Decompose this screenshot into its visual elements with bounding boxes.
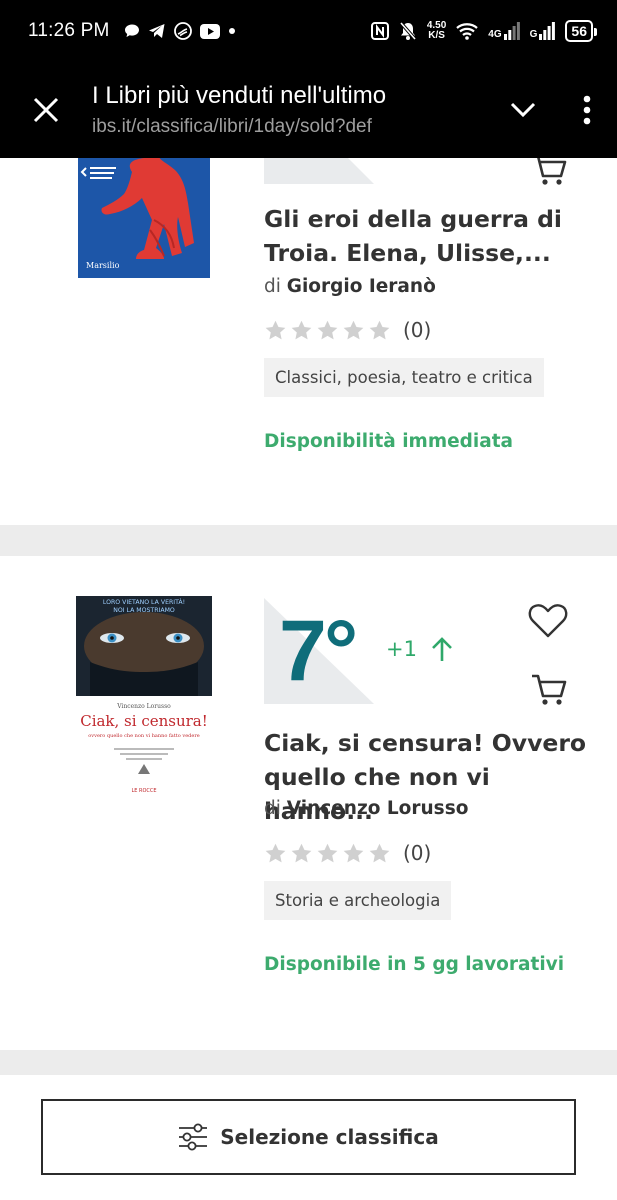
star-icon: [369, 320, 390, 339]
star-icon: [291, 843, 312, 862]
availability-status: Disponibilità immediata: [264, 431, 514, 452]
star-icon: [265, 320, 286, 339]
cover-banner-2: NOI LA MOSTRIAMO: [113, 607, 175, 614]
author-name[interactable]: Giorgio Ieranò: [287, 276, 436, 297]
add-to-cart-button[interactable]: [528, 670, 570, 710]
author-line: di Vincenzo Lorusso: [264, 798, 468, 819]
notification-icons: [124, 22, 236, 40]
ranking-selection-button[interactable]: Selezione classifica: [41, 1099, 576, 1175]
book-card: Marsilio Gli eroi della guerra di Troia.…: [0, 100, 617, 525]
ranking-selection-label: Selezione classifica: [220, 1125, 439, 1149]
chat-icon: [124, 24, 139, 37]
star-icon: [265, 843, 286, 862]
star-icon: [291, 320, 312, 339]
author-prefix: di: [264, 276, 281, 297]
signal-2: G: [530, 22, 556, 40]
wishlist-button[interactable]: [526, 600, 570, 642]
url-text: ibs.it/classifica/libri/1day/sold?def: [92, 116, 372, 137]
network-2-label: G: [529, 29, 538, 40]
author-line: di Giorgio Ieranò: [264, 276, 436, 297]
close-icon: [33, 97, 59, 123]
status-bar: 11:26 PM 4.50 K/S 4G G 56: [0, 0, 617, 62]
author-prefix: di: [264, 798, 281, 819]
heart-icon: [528, 604, 568, 638]
author-name[interactable]: Vincenzo Lorusso: [287, 798, 469, 819]
battery-indicator: 56: [565, 20, 597, 42]
cover-author: Vincenzo Lorusso: [116, 703, 171, 710]
bottom-bar: Selezione classifica: [0, 1075, 617, 1200]
star-rating: [264, 842, 391, 865]
wifi-icon: [456, 23, 479, 40]
rank-change: +1: [386, 636, 453, 662]
battery-level: 56: [571, 23, 587, 39]
network-1-label: 4G: [488, 29, 502, 40]
category-tag[interactable]: Storia e archeologia: [264, 881, 452, 920]
url-texts[interactable]: I Libri più venduti nell'ultimo ibs.it/c…: [92, 82, 489, 138]
signal-bars-icon: [503, 22, 520, 40]
book-card: LORO VIETANO LA VERITÀ! NOI LA MOSTRIAMO…: [0, 556, 617, 1050]
star-icon: [317, 843, 338, 862]
cart-icon: [532, 674, 567, 705]
signal-bars-icon: [539, 22, 556, 40]
star-icon: [343, 320, 364, 339]
cover-title: Ciak, si censura!: [80, 712, 208, 730]
star-rating: [264, 319, 391, 342]
cover-subtitle: ovvero quello che non vi hanno fatto ved…: [88, 733, 199, 739]
rating: (0): [264, 318, 431, 342]
signal-1: 4G: [488, 22, 520, 40]
status-left: 11:26 PM: [28, 20, 236, 42]
cover-publisher: Marsilio: [86, 261, 120, 270]
rating: (0): [264, 841, 431, 865]
cart-icon: [532, 154, 567, 185]
rank-number: 7°: [279, 603, 358, 699]
arrow-up-icon: [432, 637, 452, 661]
book-cover-2[interactable]: LORO VIETANO LA VERITÀ! NOI LA MOSTRIAMO…: [76, 596, 212, 800]
overflow-menu-button[interactable]: [557, 62, 617, 158]
star-icon: [343, 843, 364, 862]
sliders-icon: [179, 1123, 208, 1151]
close-button[interactable]: [0, 62, 92, 158]
status-right: 4.50 K/S 4G G 56: [370, 20, 597, 42]
telegram-icon: [148, 24, 165, 38]
nfc-icon: [370, 22, 389, 40]
cover-publisher: LE ROCCE: [131, 788, 156, 794]
custom-tab-toolbar: I Libri più venduti nell'ultimo ibs.it/c…: [0, 62, 617, 158]
status-time: 11:26 PM: [28, 20, 110, 41]
category-tag[interactable]: Classici, poesia, teatro e critica: [264, 358, 544, 397]
dot-icon: [228, 28, 235, 34]
rating-count: (0): [403, 318, 432, 342]
star-icon: [317, 320, 338, 339]
chevron-down-icon: [510, 102, 536, 118]
app-swirl-icon: [173, 22, 192, 40]
page-title: I Libri più venduti nell'ultimo: [92, 82, 387, 109]
availability-status: Disponibile in 5 gg lavorativi: [264, 954, 565, 975]
more-vertical-icon: [583, 95, 591, 125]
rating-count: (0): [403, 841, 432, 865]
cover-banner-1: LORO VIETANO LA VERITÀ!: [103, 597, 185, 606]
expand-button[interactable]: [489, 62, 557, 158]
book-title[interactable]: Gli eroi della guerra di Troia. Elena, U…: [264, 202, 594, 270]
youtube-icon: [199, 23, 220, 39]
rank-change-value: +1: [386, 637, 417, 661]
star-icon: [369, 843, 390, 862]
net-speed: 4.50 K/S: [427, 21, 446, 41]
mute-bell-icon: [399, 21, 417, 41]
net-speed-unit: K/S: [428, 30, 445, 41]
